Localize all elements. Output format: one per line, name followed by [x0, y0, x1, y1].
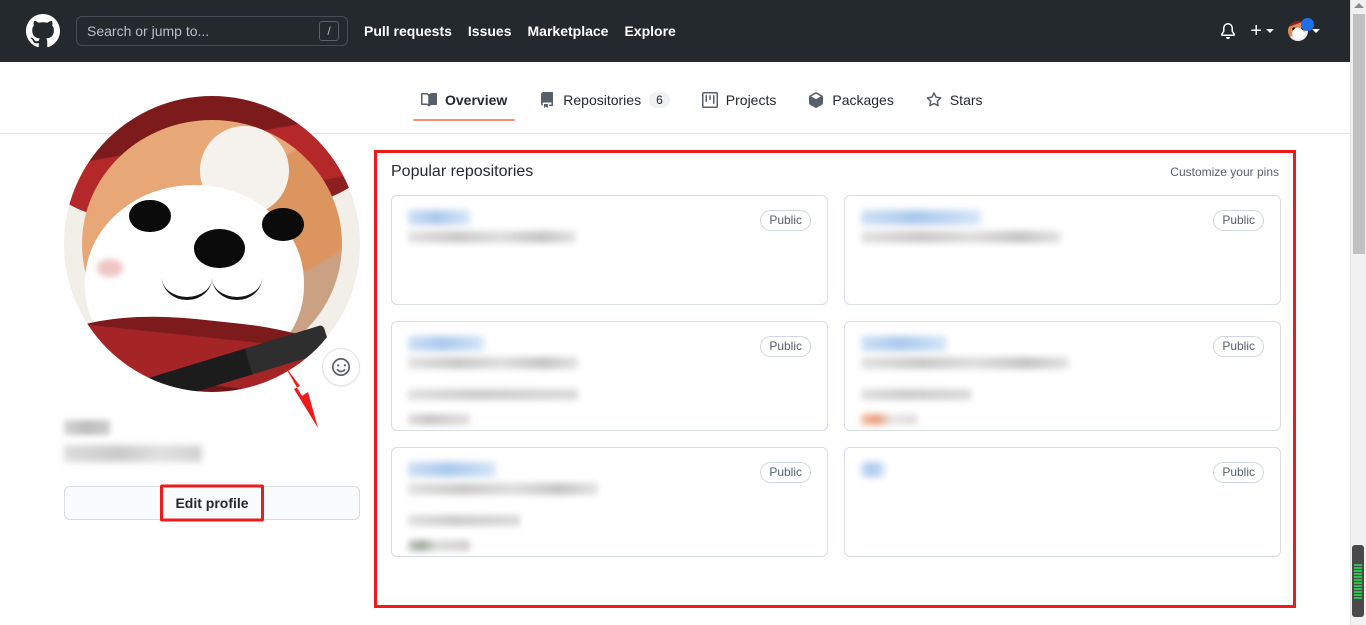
header-nav: Pull requests Issues Marketplace Explore — [364, 23, 676, 39]
scrollbar-thumb[interactable] — [1353, 14, 1365, 254]
plus-icon: + — [1250, 20, 1262, 42]
visibility-badge: Public — [760, 462, 811, 483]
smiley-icon — [332, 358, 350, 376]
edit-profile-button[interactable]: Edit profile — [64, 484, 360, 522]
tab-repositories[interactable]: Repositories 6 — [523, 88, 686, 120]
repo-icon — [541, 92, 554, 108]
avatar-photo-detail — [262, 208, 304, 242]
capture-indicator — [1352, 545, 1364, 617]
repository-description-redacted — [408, 231, 576, 243]
visibility-badge: Public — [1213, 462, 1264, 483]
create-new-menu[interactable]: + — [1250, 21, 1274, 41]
profile-sidebar: Edit profile — [64, 96, 362, 522]
repository-card-top: Public — [408, 462, 811, 495]
popular-repositories-header: Popular repositories Customize your pins — [391, 163, 1279, 181]
user-avatar-icon — [1288, 18, 1314, 41]
repository-language-redacted — [408, 540, 470, 551]
header-right-actions: + — [1220, 18, 1334, 41]
status-badge — [1301, 18, 1314, 31]
repository-card[interactable]: Public — [844, 447, 1281, 557]
tab-label: Overview — [445, 92, 508, 108]
visibility-badge: Public — [760, 210, 811, 231]
repository-name-redacted[interactable] — [861, 462, 885, 477]
tab-label: Repositories — [563, 92, 642, 108]
tab-label: Packages — [832, 92, 894, 108]
repository-card-top: Public — [861, 210, 1264, 243]
popular-repositories-section: Popular repositories Customize your pins… — [374, 150, 1296, 608]
repository-meta-redacted — [861, 389, 971, 400]
nav-link-explore[interactable]: Explore — [624, 23, 675, 39]
page-title: Popular repositories — [391, 163, 534, 180]
repository-card-top: Public — [408, 210, 811, 243]
package-icon — [809, 92, 824, 108]
repository-name-redacted[interactable] — [861, 210, 981, 225]
avatar-photo-detail — [161, 256, 212, 301]
visibility-badge: Public — [760, 336, 811, 357]
avatar-photo-detail — [129, 199, 171, 233]
repository-meta-redacted — [408, 389, 578, 400]
search-placeholder-text: Search or jump to... — [87, 23, 210, 39]
repository-description-redacted — [861, 357, 1069, 369]
nav-link-issues[interactable]: Issues — [468, 23, 512, 39]
avatar-wrapper — [64, 96, 360, 392]
tab-label: Stars — [949, 92, 983, 108]
book-icon — [421, 92, 437, 107]
repository-name-redacted[interactable] — [408, 336, 484, 351]
global-header: Search or jump to... / Pull requests Iss… — [0, 0, 1350, 62]
repository-card-grid: Public Public Public Public Public Publi… — [391, 195, 1281, 557]
repository-card[interactable]: Public — [391, 321, 828, 431]
github-mark-icon[interactable] — [26, 14, 60, 48]
star-icon — [926, 92, 942, 107]
repository-name-redacted[interactable] — [408, 462, 496, 477]
profile-avatar-photo[interactable] — [64, 96, 360, 392]
visibility-badge: Public — [1213, 210, 1264, 231]
avatar-photo-detail — [96, 258, 124, 277]
vertical-scrollbar[interactable] — [1350, 0, 1366, 625]
repository-card[interactable]: Public — [844, 195, 1281, 305]
user-account-menu[interactable] — [1288, 18, 1320, 41]
tab-stars[interactable]: Stars — [910, 88, 999, 120]
chevron-down-icon — [1266, 29, 1274, 33]
repository-card-top: Public — [408, 336, 811, 369]
search-input[interactable]: Search or jump to... / — [76, 16, 348, 46]
github-profile-page: Search or jump to... / Pull requests Iss… — [0, 0, 1366, 625]
tab-projects[interactable]: Projects — [686, 88, 793, 120]
repository-card[interactable]: Public — [844, 321, 1281, 431]
repository-language-redacted — [861, 414, 917, 425]
repository-description-redacted — [408, 357, 578, 369]
chevron-down-icon — [1312, 29, 1320, 33]
visibility-badge: Public — [1213, 336, 1264, 357]
repository-card-top: Public — [861, 336, 1264, 369]
edit-profile-label: Edit profile — [175, 495, 249, 511]
repository-language-redacted — [408, 414, 470, 425]
repository-card[interactable]: Public — [391, 447, 828, 557]
tab-overview[interactable]: Overview — [405, 88, 523, 121]
profile-display-name-redacted — [64, 420, 110, 435]
repository-description-redacted — [861, 231, 1061, 243]
repository-card-top: Public — [861, 462, 1264, 483]
nav-link-marketplace[interactable]: Marketplace — [528, 23, 609, 39]
repository-name-redacted[interactable] — [408, 210, 470, 225]
tab-label: Projects — [725, 92, 777, 108]
repository-name-redacted[interactable] — [861, 336, 947, 351]
nav-link-pull-requests[interactable]: Pull requests — [364, 23, 452, 39]
profile-username-redacted — [64, 445, 202, 462]
bell-icon[interactable] — [1220, 23, 1236, 39]
customize-your-pins-link[interactable]: Customize your pins — [1170, 165, 1279, 179]
scroll-up-arrow-icon[interactable] — [1353, 3, 1364, 8]
project-icon — [701, 92, 718, 108]
profile-status-emoji-button[interactable] — [322, 348, 360, 386]
repository-meta-redacted — [408, 515, 520, 526]
tab-packages[interactable]: Packages — [792, 88, 909, 120]
search-shortcut-badge: / — [319, 21, 339, 41]
tab-count-badge: 6 — [649, 92, 670, 108]
repository-card[interactable]: Public — [391, 195, 828, 305]
repository-description-redacted — [408, 483, 598, 495]
